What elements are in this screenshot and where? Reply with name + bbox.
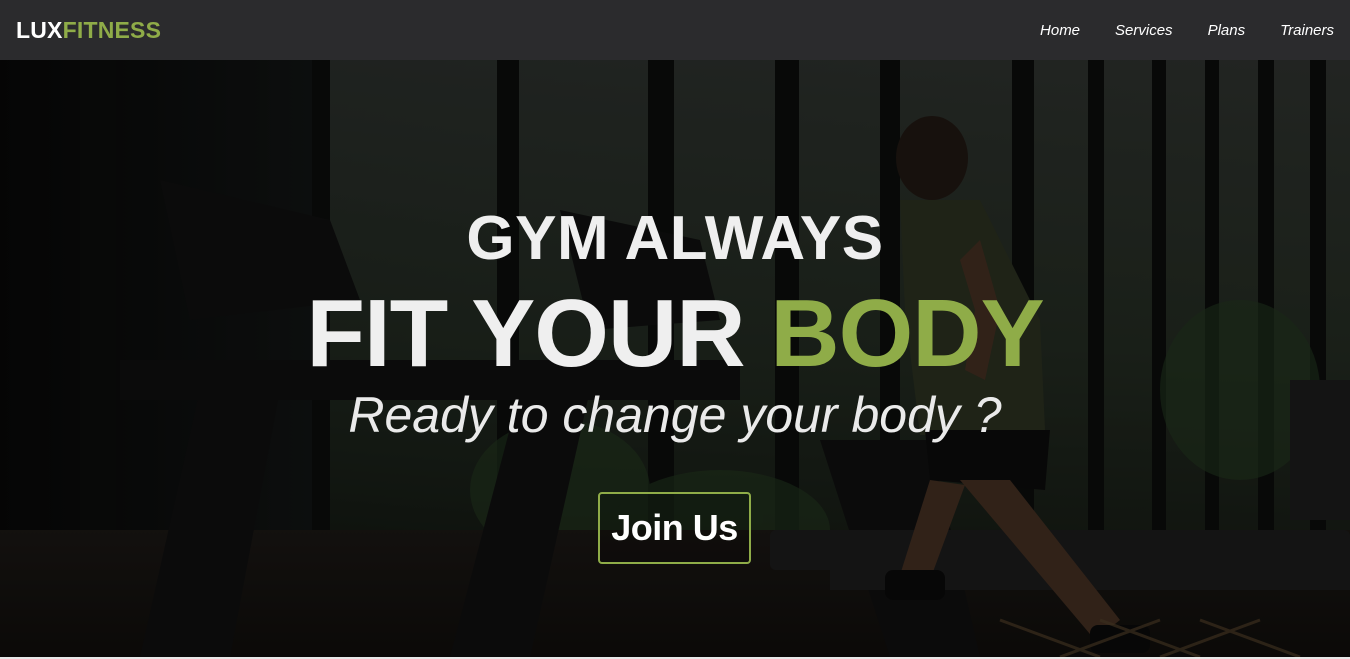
brand-logo-part2: FITNESS bbox=[62, 16, 162, 43]
hero-heading-line2-accent: BODY bbox=[770, 280, 1044, 387]
nav-item-home[interactable]: Home bbox=[1005, 22, 1080, 39]
nav-item-services[interactable]: Services bbox=[1080, 22, 1173, 39]
nav-item-plans[interactable]: Plans bbox=[1173, 22, 1246, 39]
hero-subtitle: Ready to change your body ? bbox=[348, 387, 1002, 443]
hero-heading-line1: GYM ALWAYS bbox=[466, 204, 884, 273]
nav-item-trainers[interactable]: Trainers bbox=[1245, 22, 1334, 39]
top-navbar: LUX FITNESS Home Services Plans Trainers bbox=[0, 0, 1350, 60]
brand-logo[interactable]: LUX FITNESS bbox=[16, 17, 161, 44]
hero-content: GYM ALWAYS FIT YOUR BODY Ready to change… bbox=[0, 60, 1350, 657]
main-nav: Home Services Plans Trainers bbox=[1005, 0, 1334, 60]
hero-section: GYM ALWAYS FIT YOUR BODY Ready to change… bbox=[0, 60, 1350, 657]
join-us-button[interactable]: Join Us bbox=[598, 492, 751, 564]
hero-heading-line2-white: FIT YOUR bbox=[306, 280, 745, 387]
brand-logo-part1: LUX bbox=[16, 16, 63, 43]
hero-heading-line2: FIT YOUR BODY bbox=[0, 286, 1350, 382]
